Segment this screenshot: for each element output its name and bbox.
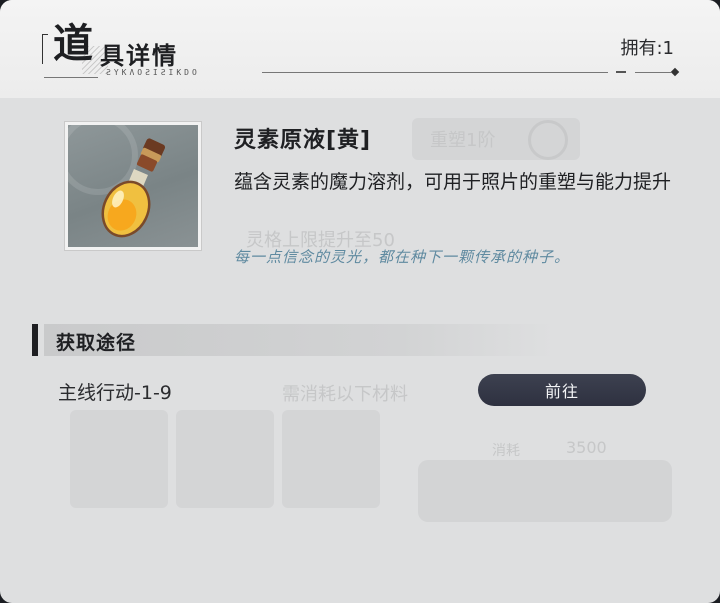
- dialog-title-first-char: 道: [53, 20, 93, 67]
- dialog-header: 道 具详情 ƧΥKɅOƧIƧIKDO 拥有:1: [0, 0, 720, 98]
- diamond-icon: [670, 67, 680, 77]
- background-cost-value: 3500: [566, 438, 607, 457]
- item-detail-dialog: 重塑1阶 灵格上限提升至50 需消耗以下材料 消耗 3500 道 具详情 ƧΥK…: [0, 0, 720, 603]
- section-header-accent: [32, 324, 38, 356]
- go-button[interactable]: 前往: [478, 374, 646, 406]
- item-description: 蕴含灵素的魔力溶剂，可用于照片的重塑与能力提升: [234, 171, 672, 193]
- item-flavor-text: 每一点信念的灵光，都在种下一颗传承的种子。: [234, 248, 571, 266]
- background-material-card: [70, 410, 168, 508]
- header-divider-dash: [616, 71, 626, 73]
- acquire-route-label: 主线行动-1-9: [58, 382, 172, 404]
- item-name: 灵素原液[黄]: [234, 128, 372, 153]
- header-divider: [262, 72, 608, 73]
- background-search-icon: [528, 120, 568, 160]
- header-divider: [635, 72, 671, 73]
- background-cost-panel: [418, 460, 672, 522]
- title-bracket-ornament: [42, 34, 48, 64]
- acquire-section-title: 获取途径: [56, 332, 137, 354]
- background-cost-label: 消耗: [492, 443, 520, 459]
- dialog-title: 具详情: [100, 41, 178, 70]
- dialog-subtitle-code: ƧΥKɅOƧIƧIKDO: [106, 68, 200, 77]
- potion-bottle-icon: [101, 138, 166, 238]
- item-image: [65, 122, 201, 250]
- background-material-card: [282, 410, 380, 508]
- header-divider: [44, 77, 98, 78]
- owned-count: 拥有:1: [620, 38, 674, 59]
- background-text-line2: 需消耗以下材料: [282, 384, 408, 405]
- background-tab-label: 重塑1阶: [430, 130, 496, 151]
- background-material-card: [176, 410, 274, 508]
